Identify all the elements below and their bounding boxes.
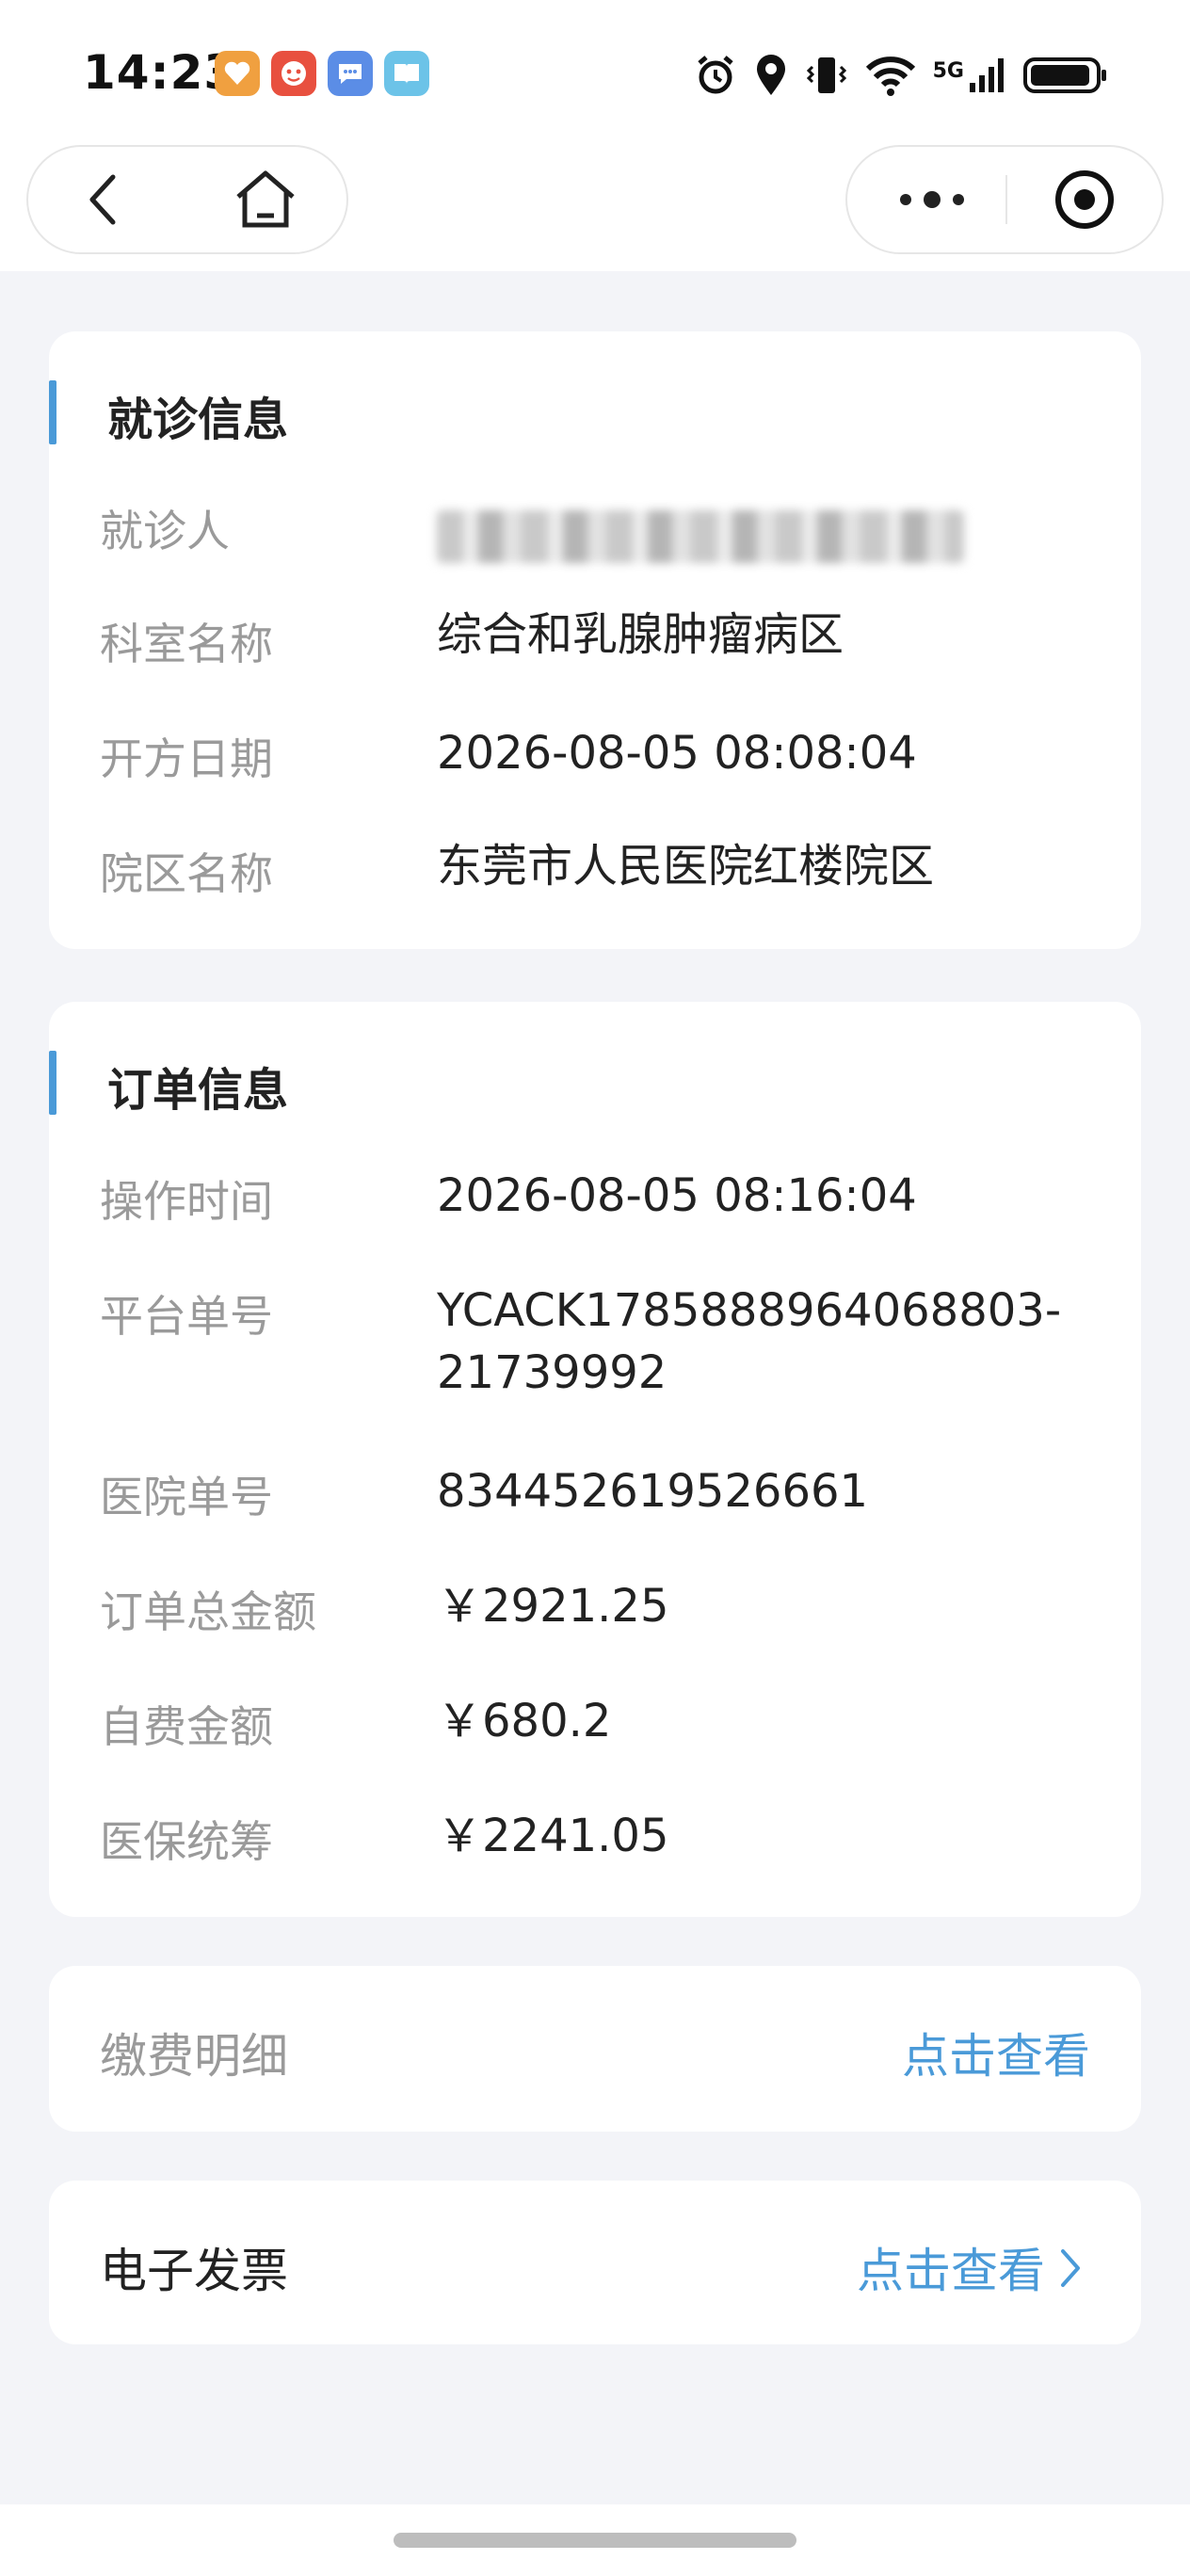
payment-detail-card[interactable]: 缴费明细 点击查看 xyxy=(49,1966,1141,2132)
payment-detail-view-link[interactable]: 点击查看 xyxy=(902,2019,1090,2086)
location-icon xyxy=(756,55,785,95)
more-dots-icon xyxy=(900,191,964,208)
label-platform-order-no: 平台单号 xyxy=(100,1291,273,1342)
label-prescription-date: 开方日期 xyxy=(100,733,273,784)
e-invoice-view-link[interactable]: 点击查看 xyxy=(857,2233,1045,2301)
e-invoice-card[interactable]: 电子发票 点击查看 xyxy=(49,2181,1141,2344)
nav-back-home-capsule xyxy=(26,145,348,254)
label-insurance-pool: 医保统筹 xyxy=(100,1816,273,1867)
payment-detail-label: 缴费明细 xyxy=(100,2029,288,2084)
value-hospital-order-no: 834452619526661 xyxy=(437,1465,869,1518)
battery-icon xyxy=(1023,57,1106,93)
notification-app-icons xyxy=(215,51,429,96)
value-department: 综合和乳腺肿瘤病区 xyxy=(437,608,844,661)
label-patient: 就诊人 xyxy=(100,506,230,556)
chevron-right-icon xyxy=(1061,2249,1080,2287)
signal-icon xyxy=(970,58,1004,92)
network-type-label: 5G xyxy=(932,59,964,83)
heart-app-icon xyxy=(215,51,260,96)
wifi-icon xyxy=(865,56,915,96)
label-order-total: 订单总金额 xyxy=(100,1586,316,1637)
label-hospital-campus: 院区名称 xyxy=(100,848,273,899)
home-icon xyxy=(236,170,295,228)
value-self-pay-amount: ￥680.2 xyxy=(437,1695,612,1747)
section-title-order-info: 订单信息 xyxy=(107,1064,289,1117)
value-operation-time: 2026-08-05 08:16:04 xyxy=(437,1169,917,1222)
e-invoice-label: 电子发票 xyxy=(100,2244,288,2298)
patient-name-blurred xyxy=(437,510,964,563)
section-accent-bar xyxy=(49,1051,56,1115)
visit-info-card: 就诊信息 就诊人 科室名称 综合和乳腺肿瘤病区 开方日期 2026-08-05 … xyxy=(49,331,1141,949)
label-operation-time: 操作时间 xyxy=(100,1176,273,1227)
value-platform-order-no-line2: 21739992 xyxy=(437,1346,667,1399)
value-prescription-date: 2026-08-05 08:08:04 xyxy=(437,727,917,780)
more-button[interactable] xyxy=(876,147,989,252)
nav-menu-capsule xyxy=(845,145,1164,254)
label-hospital-order-no: 医院单号 xyxy=(100,1472,273,1522)
section-accent-bar xyxy=(49,380,56,444)
value-order-total: ￥2921.25 xyxy=(437,1580,669,1633)
target-circle-icon xyxy=(1055,170,1114,229)
book-app-icon xyxy=(384,51,429,96)
back-button[interactable] xyxy=(47,147,160,252)
capsule-divider xyxy=(1005,175,1007,224)
status-bar: 14:23 5G xyxy=(0,0,1190,141)
section-title-visit-info: 就诊信息 xyxy=(107,394,289,446)
value-platform-order-no-line1: YCACK1785888964068803- xyxy=(437,1284,1062,1337)
alarm-icon xyxy=(697,56,733,94)
vibrate-icon xyxy=(806,57,846,93)
value-hospital-campus: 东莞市人民医院红楼院区 xyxy=(437,840,935,893)
value-insurance-pool: ￥2241.05 xyxy=(437,1810,669,1862)
label-department: 科室名称 xyxy=(100,619,273,669)
label-self-pay-amount: 自费金额 xyxy=(100,1701,273,1752)
chat-app-icon xyxy=(328,51,373,96)
home-button[interactable] xyxy=(209,147,322,252)
shopping-618-app-icon xyxy=(271,51,316,96)
order-info-card: 订单信息 操作时间 2026-08-05 08:16:04 平台单号 YCACK… xyxy=(49,1002,1141,1917)
status-icons: 5G xyxy=(694,51,1109,100)
chevron-left-icon xyxy=(89,174,116,225)
close-mini-program-button[interactable] xyxy=(1028,147,1141,252)
home-indicator[interactable] xyxy=(394,2533,796,2548)
